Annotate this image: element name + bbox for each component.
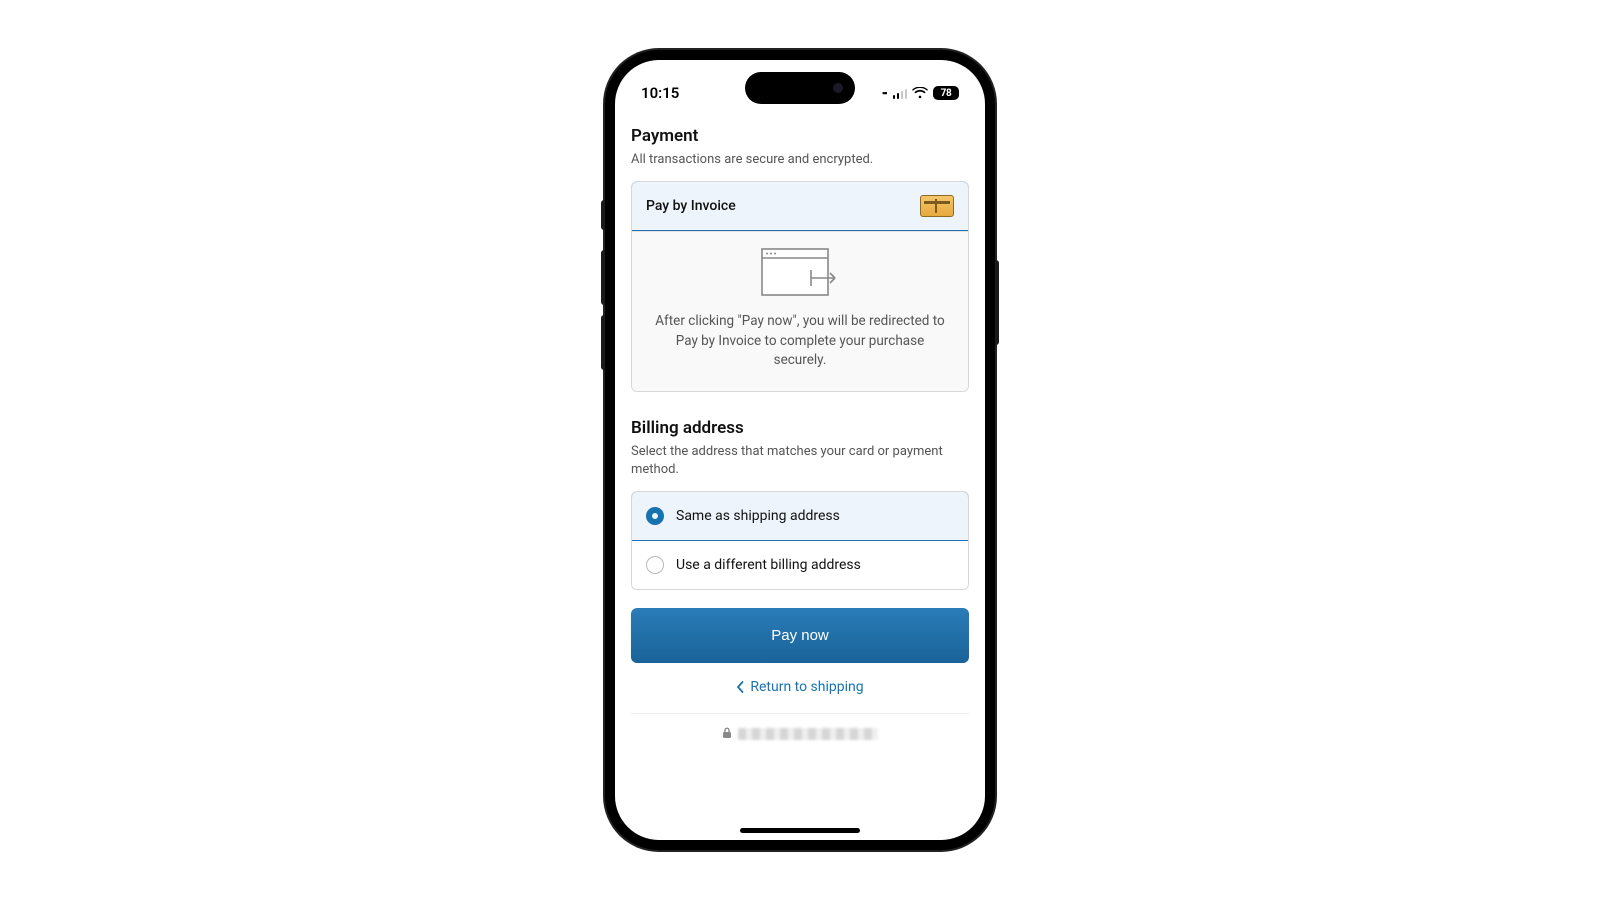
payment-title: Payment <box>631 126 969 146</box>
phone-volume-up <box>601 250 605 305</box>
status-time: 10:15 <box>641 84 679 102</box>
battery-level: 78 <box>941 88 952 99</box>
phone-frame: 10:15 ▪▪ 78 Payment All trans <box>605 50 995 850</box>
payment-method-header[interactable]: Pay by Invoice <box>631 181 969 231</box>
payment-method-body: After clicking "Pay now", you will be re… <box>632 231 968 391</box>
status-right: ▪▪ 78 <box>882 86 959 100</box>
payment-subtitle: All transactions are secure and encrypte… <box>631 151 969 169</box>
credit-card-icon <box>920 195 954 217</box>
billing-title: Billing address <box>631 418 969 438</box>
phone-volume-down <box>601 315 605 370</box>
return-link-label: Return to shipping <box>750 679 863 695</box>
redirect-description: After clicking "Pay now", you will be re… <box>650 312 950 371</box>
payment-method-label: Pay by Invoice <box>646 198 736 214</box>
stage: 10:15 ▪▪ 78 Payment All trans <box>0 0 1600 900</box>
radio-selected-icon <box>646 507 664 525</box>
billing-option-same-label: Same as shipping address <box>676 508 840 524</box>
pay-now-button[interactable]: Pay now <box>631 608 969 663</box>
billing-option-same[interactable]: Same as shipping address <box>631 491 969 541</box>
return-to-shipping-link[interactable]: Return to shipping <box>631 663 969 705</box>
battery-indicator: 78 <box>933 86 959 100</box>
redirect-window-icon <box>650 248 950 298</box>
front-camera-icon <box>833 83 843 93</box>
dual-sim-icon: ▪▪ <box>882 88 886 99</box>
browser-address-bar[interactable] <box>631 713 969 753</box>
phone-screen: 10:15 ▪▪ 78 Payment All trans <box>615 60 985 840</box>
phone-mute-switch <box>601 200 605 230</box>
home-indicator[interactable] <box>740 828 860 833</box>
billing-subtitle: Select the address that matches your car… <box>631 443 969 479</box>
billing-address-options: Same as shipping address Use a different… <box>631 491 969 590</box>
checkout-content[interactable]: Payment All transactions are secure and … <box>615 112 985 840</box>
phone-power-button <box>995 260 999 345</box>
billing-option-different-label: Use a different billing address <box>676 557 861 573</box>
chevron-left-icon <box>736 681 744 693</box>
dynamic-island <box>745 72 855 104</box>
billing-option-different[interactable]: Use a different billing address <box>632 540 968 589</box>
wifi-icon <box>912 87 928 99</box>
payment-method-card: Pay by Invoice After clicking <box>631 181 969 392</box>
obscured-url <box>738 728 878 740</box>
cellular-signal-icon <box>893 88 908 99</box>
lock-icon <box>722 724 732 743</box>
radio-unselected-icon <box>646 556 664 574</box>
